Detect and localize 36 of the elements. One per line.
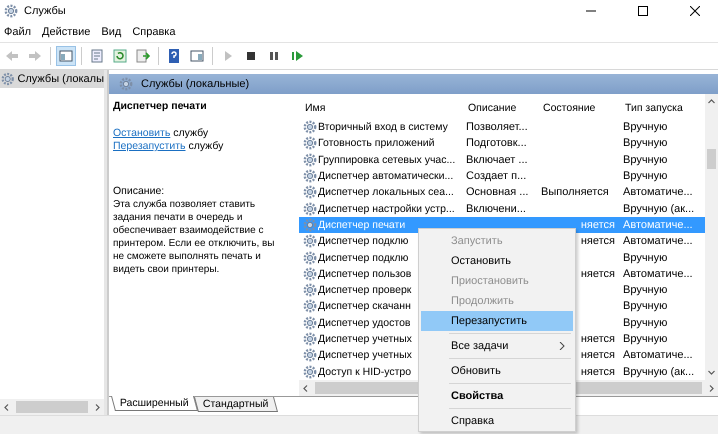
- table-cell-text: Вручную: [622, 121, 668, 134]
- window-title: Службы: [24, 5, 67, 17]
- table-cell-text: Автоматиче...: [622, 349, 693, 362]
- description-label: Описание:: [113, 185, 166, 198]
- action-text: службу: [188, 140, 224, 152]
- table-cell-text: Выполняется: [540, 186, 609, 198]
- table-cell-text: Автоматиче...: [622, 235, 693, 248]
- table-cell-text: Автоматиче...: [622, 218, 693, 231]
- pane-title: Службы (локальные): [141, 78, 250, 90]
- table-cell-text: Вручную: [622, 333, 668, 346]
- description-text: Эта служба позволяет ставить задания печати в очередь и обеспечивает взаимодействие с принтером. Если ее отключить, вы не сможете выполнять печать и видеть свои принтеры.: [113, 198, 276, 276]
- table-cell-text: Вручную: [622, 284, 668, 296]
- service-title: Диспетчер печати: [113, 100, 208, 113]
- table-cell-text: Основная ...: [465, 186, 528, 198]
- table-cell-text: Подготовк...: [465, 137, 527, 150]
- table-cell-text: няется: [580, 366, 615, 378]
- table-cell-text: няется: [580, 268, 615, 280]
- table-cell-text: Автоматиче...: [622, 268, 693, 280]
- table-cell-text: Создает п...: [465, 170, 526, 182]
- table-cell-text: Вручную: [622, 170, 668, 182]
- table-cell-text: Вручную (ак...: [622, 366, 694, 378]
- table-cell-text: Включени...: [465, 202, 526, 215]
- action-text: службу: [173, 127, 208, 139]
- table-cell-text: Вручную: [622, 252, 668, 264]
- table-cell-text: Вручную: [622, 137, 668, 150]
- table-cell-text: Вручную: [622, 316, 668, 329]
- table-cell-text: Включает ...: [465, 154, 528, 166]
- table-cell-text: Вручную: [622, 154, 668, 166]
- table-cell-text: няется: [580, 349, 615, 362]
- table-cell-text: няется: [580, 218, 615, 231]
- table-cell-text: няется: [580, 333, 615, 346]
- table-cell-text: няется: [580, 235, 615, 248]
- table-cell-text: Вручную: [622, 300, 668, 312]
- table-cell-text: Вручную (ак...: [622, 202, 694, 215]
- table-cell-text: Автоматиче...: [622, 186, 693, 198]
- table-cell-text: Позволяет...: [465, 121, 528, 134]
